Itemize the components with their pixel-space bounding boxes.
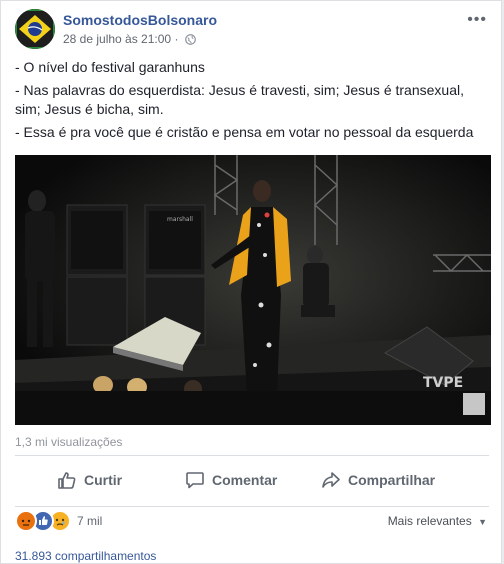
action-bar: Curtir Comentar Compartilhar	[15, 455, 489, 507]
post-line: - O nível do festival garanhuns	[15, 59, 205, 75]
comment-icon	[186, 472, 204, 489]
video-frame: marshall TVPE	[15, 155, 491, 425]
filter-label: Mais relevantes	[387, 514, 472, 528]
like-button[interactable]: Curtir	[57, 456, 122, 504]
share-label: Compartilhar	[348, 472, 436, 488]
more-options-icon[interactable]: •••	[467, 11, 487, 29]
speaker-brand: marshall	[167, 216, 193, 223]
comment-button[interactable]: Comentar	[185, 456, 277, 504]
brazil-flag-logo	[15, 9, 55, 49]
post-card: SomostodosBolsonaro 28 de julho às 21:00…	[0, 0, 502, 564]
post-meta: 28 de julho às 21:00 ·	[63, 32, 196, 46]
page-name[interactable]: SomostodosBolsonaro	[63, 12, 217, 28]
post-line: - Essa é pra você que é cristão e pensa …	[15, 124, 474, 140]
comment-filter-dropdown[interactable]: Mais relevantes ▼	[388, 514, 487, 528]
globe-icon[interactable]	[184, 34, 196, 45]
reaction-summary[interactable]: 7 mil	[15, 510, 102, 532]
like-label: Curtir	[84, 472, 123, 488]
page-avatar[interactable]	[15, 9, 55, 49]
post-line: - Nas palavras do esquerdista: Jesus é t…	[15, 82, 464, 117]
share-arrow-icon	[322, 472, 340, 488]
reaction-count[interactable]: 7 mil	[77, 514, 102, 528]
share-count[interactable]: 31.893 compartilhamentos	[15, 549, 156, 563]
post-body: - O nível do festival garanhuns - Nas pa…	[15, 58, 491, 146]
comment-label: Comentar	[212, 472, 278, 488]
view-count: 1,3 mi visualizações	[15, 435, 123, 449]
thumbs-up-icon	[58, 472, 76, 489]
caret-down-icon: ▼	[478, 517, 487, 527]
share-button[interactable]: Compartilhar	[321, 456, 435, 504]
channel-watermark: TVPE	[423, 375, 463, 391]
post-timestamp[interactable]: 28 de julho às 21:00	[63, 32, 171, 46]
video-player[interactable]: marshall TVPE	[15, 155, 491, 425]
post-header: SomostodosBolsonaro 28 de julho às 21:00…	[15, 9, 491, 49]
angry-reaction-icon	[15, 510, 37, 532]
